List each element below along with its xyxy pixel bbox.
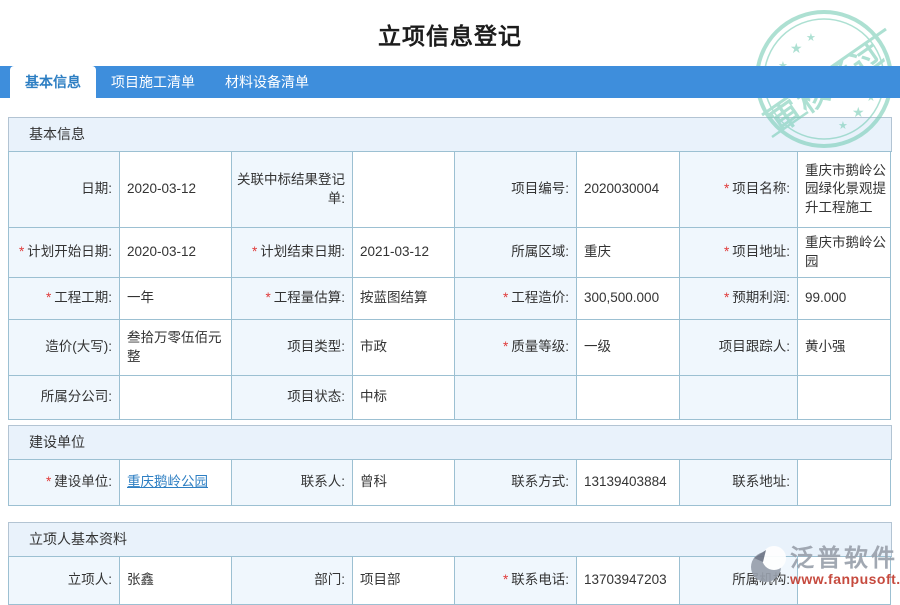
field-label: 联系人: [232, 460, 353, 506]
required-marker: * [502, 290, 509, 306]
field-value: 市政 [353, 320, 455, 376]
field-label: 项目状态: [232, 376, 353, 420]
vendor-logo-name: 泛普软件 [790, 544, 898, 572]
field-value [798, 460, 891, 506]
field-value: 重庆市鹅岭公园 [798, 228, 891, 278]
field-value: 2021-03-12 [353, 228, 455, 278]
field-label: * 计划开始日期: [9, 228, 120, 278]
field-value: 一年 [120, 278, 232, 320]
field-label: * 预期利润: [680, 278, 798, 320]
required-marker: * [723, 244, 730, 260]
form-row: * 工程工期: 一年 * 工程量估算: 按蓝图结算 * 工程造价: 300,500.000 * 预期… [9, 278, 892, 320]
field-label: * 工程造价: [455, 278, 577, 320]
form-row: 所属分公司: 项目状态: 中标 [9, 376, 892, 420]
field-value: 2020030004 [577, 152, 680, 228]
required-marker: * [723, 181, 730, 197]
form-content: 基本信息 日期: 2020-03-12 关联中标结果登记单: 项目编号: 20200300… [8, 117, 892, 605]
required-marker: * [723, 290, 730, 306]
field-value [798, 376, 891, 420]
tab-material-equipment-list[interactable]: 材料设备清单 [210, 66, 324, 98]
required-marker: * [18, 244, 25, 260]
field-label: 造价(大写): [9, 320, 120, 376]
form-section: 基本信息 日期: 2020-03-12 关联中标结果登记单: 项目编号: 20200300… [8, 117, 892, 420]
field-label: 关联中标结果登记单: [232, 152, 353, 228]
required-marker: * [265, 290, 271, 306]
vendor-logo: 泛普软件 www.fanpusoft.com [746, 546, 900, 586]
section-header: 建设单位 [8, 425, 892, 459]
field-label: 立项人: [9, 557, 120, 605]
required-marker: * [502, 572, 509, 588]
field-label: 日期: [9, 152, 120, 228]
tab-bar: 基本信息 项目施工清单 材料设备清单 [0, 66, 900, 104]
field-label: * 项目名称: [680, 152, 798, 228]
field-value: 13139403884 [577, 460, 680, 506]
field-label: * 工程量估算: [232, 278, 353, 320]
field-label: * 工程工期: [9, 278, 120, 320]
field-value: 按蓝图结算 [353, 278, 455, 320]
field-value: 重庆 [577, 228, 680, 278]
field-label: * 项目地址: [680, 228, 798, 278]
field-value: 2020-03-12 [120, 228, 232, 278]
required-marker: * [45, 474, 52, 490]
field-label: * 质量等级: [455, 320, 577, 376]
form-row: * 建设单位: 重庆鹅岭公园 联系人: 曾科 联系方式: 13139403884 联系地址: [9, 460, 892, 506]
field-value [577, 376, 680, 420]
field-label: * 联系电话: [455, 557, 577, 605]
field-value: 重庆鹅岭公园 [120, 460, 232, 506]
field-value: 13703947203 [577, 557, 680, 605]
field-value: 叁拾万零伍佰元整 [120, 320, 232, 376]
required-marker: * [502, 339, 509, 355]
tab-project-construction-list[interactable]: 项目施工清单 [96, 66, 210, 98]
field-value: 99.000 [798, 278, 891, 320]
field-value: 曾科 [353, 460, 455, 506]
field-value [353, 152, 455, 228]
field-label [455, 376, 577, 420]
section-header: 基本信息 [8, 117, 892, 151]
field-label: 所属区域: [455, 228, 577, 278]
tab-basic-info[interactable]: 基本信息 [10, 66, 96, 104]
field-value: 重庆市鹅岭公园绿化景观提升工程施工 [798, 152, 891, 228]
form-row: 日期: 2020-03-12 关联中标结果登记单: 项目编号: 2020030004 * 项… [9, 152, 892, 228]
field-label: * 计划结束日期: [232, 228, 353, 278]
field-value: 张鑫 [120, 557, 232, 605]
vendor-logo-icon [751, 546, 786, 582]
form-section: 建设单位 * 建设单位: 重庆鹅岭公园 联系人: 曾科 联系方式: 13139403884 联系… [8, 425, 892, 506]
field-label [680, 376, 798, 420]
field-value: 2020-03-12 [120, 152, 232, 228]
field-label: 项目编号: [455, 152, 577, 228]
form-row: 造价(大写): 叁拾万零伍佰元整 项目类型: 市政 * 质量等级: 一级 项目跟踪人: 黄小强 [9, 320, 892, 376]
vendor-logo-url: www.fanpusoft.com [790, 570, 900, 587]
field-label: 联系地址: [680, 460, 798, 506]
field-label: 部门: [232, 557, 353, 605]
field-value: 中标 [353, 376, 455, 420]
page-title: 立项信息登记 [378, 23, 522, 49]
required-marker: * [45, 290, 52, 306]
field-value: 300,500.000 [577, 278, 680, 320]
form-row: * 计划开始日期: 2020-03-12 * 计划结束日期: 2021-03-12 所属区域… [9, 228, 892, 278]
field-label: 项目跟踪人: [680, 320, 798, 376]
form-table: 日期: 2020-03-12 关联中标结果登记单: 项目编号: 2020030004 * 项… [8, 151, 892, 420]
field-label: 项目类型: [232, 320, 353, 376]
field-value [120, 376, 232, 420]
form-table: * 建设单位: 重庆鹅岭公园 联系人: 曾科 联系方式: 13139403884 联系地址: [8, 459, 892, 506]
field-value: 项目部 [353, 557, 455, 605]
field-label: 所属分公司: [9, 376, 120, 420]
field-label: 联系方式: [455, 460, 577, 506]
field-label: * 建设单位: [9, 460, 120, 506]
field-value: 一级 [577, 320, 680, 376]
construction-unit-link[interactable]: 重庆鹅岭公园 [127, 473, 208, 491]
field-value: 黄小强 [798, 320, 891, 376]
required-marker: * [251, 244, 258, 260]
